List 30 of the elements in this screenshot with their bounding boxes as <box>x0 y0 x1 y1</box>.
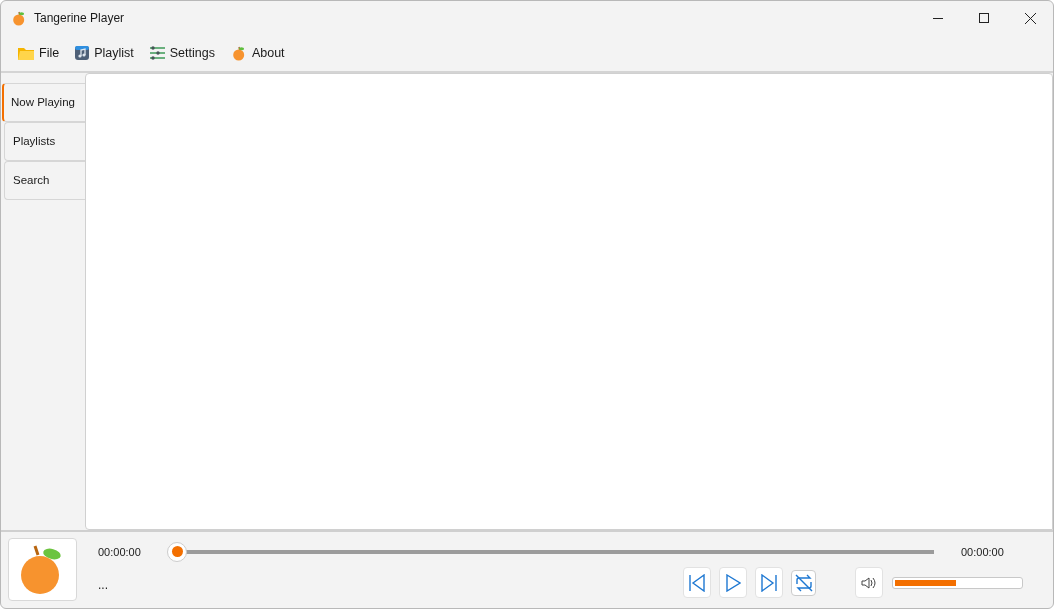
elapsed-time: 00:00:00 <box>98 545 142 558</box>
skip-previous-icon <box>688 573 706 592</box>
close-icon <box>1024 12 1036 24</box>
menu-item[interactable]: Settings <box>142 41 222 64</box>
maximize-icon <box>979 13 989 23</box>
seek-handle[interactable] <box>167 541 187 562</box>
skip-next-icon <box>760 573 778 592</box>
duration-time: 00:00:00 <box>961 545 1004 558</box>
previous-button[interactable] <box>683 567 711 598</box>
volume-button[interactable] <box>855 567 883 598</box>
menu-item[interactable]: File <box>11 41 67 64</box>
tangerine-icon <box>11 10 27 26</box>
play-icon <box>725 573 741 592</box>
sliders-icon <box>149 45 165 60</box>
menu-item[interactable]: Playlist <box>68 41 141 64</box>
folder-icon <box>18 45 34 60</box>
speaker-icon <box>861 575 877 590</box>
sidebar-tab[interactable]: Now Playing <box>2 82 85 122</box>
music-note-icon <box>75 45 90 60</box>
sidebar-tab[interactable]: Playlists <box>4 121 85 161</box>
repeat-button[interactable] <box>791 569 816 596</box>
track-title: ... <box>98 576 109 592</box>
next-button[interactable] <box>755 567 783 598</box>
tangerine-icon <box>230 44 247 61</box>
sidebar-tab[interactable]: Search <box>4 160 85 200</box>
play-button[interactable] <box>719 567 747 598</box>
window-title: Tangerine Player <box>34 11 125 25</box>
menu-item[interactable]: About <box>223 40 292 65</box>
repeat-icon <box>793 572 814 593</box>
volume-slider[interactable] <box>892 576 1023 589</box>
